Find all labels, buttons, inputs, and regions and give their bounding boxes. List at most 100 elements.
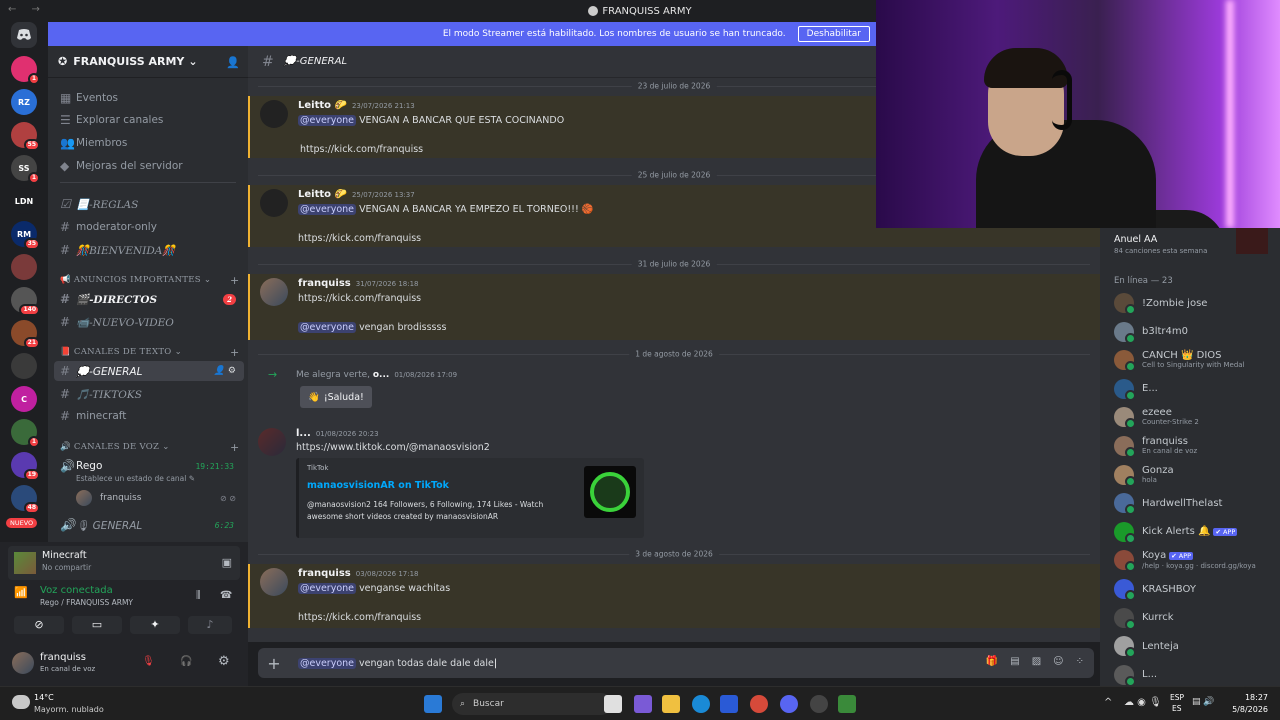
add-attachment-icon[interactable]: + xyxy=(258,654,290,673)
now-playing-artist[interactable]: Anuel AA xyxy=(1114,234,1157,245)
member-item[interactable]: L... xyxy=(1114,662,1274,688)
everyone-mention[interactable]: @everyone xyxy=(298,204,357,215)
sidebar-item-browse-channels[interactable]: ☰ Explorar canales xyxy=(54,110,244,130)
member-item[interactable]: franquiss En canal de voz xyxy=(1114,433,1274,459)
clock-time[interactable]: 18:27 xyxy=(1234,693,1268,702)
message-author[interactable]: l... 01/08/2026 20:23 xyxy=(296,428,379,439)
message-link[interactable]: https://kick.com/franquiss xyxy=(298,612,421,623)
channel-minecraft[interactable]: # minecraft xyxy=(54,406,244,426)
emoji-icon[interactable]: ☺ xyxy=(1053,656,1063,667)
member-item[interactable]: !Zombie jose xyxy=(1114,290,1274,316)
join-user[interactable]: o... xyxy=(373,370,389,380)
invite-people-icon[interactable]: 👤 xyxy=(226,56,240,69)
server-icon[interactable]: 21 xyxy=(11,320,40,349)
server-icon[interactable] xyxy=(11,254,37,280)
tray-icons[interactable]: ☁ ◉ 🎙 xyxy=(1124,697,1162,708)
sticker-icon[interactable]: ▨ xyxy=(1032,656,1041,667)
member-item[interactable]: HardwellThelast xyxy=(1114,490,1274,516)
everyone-mention[interactable]: @everyone xyxy=(298,115,357,126)
everyone-mention[interactable]: @everyone xyxy=(298,322,357,333)
server-icon[interactable]: 55 xyxy=(11,122,40,151)
message-input[interactable]: vengan todas dale dale dale xyxy=(359,658,494,669)
message-composer[interactable]: + @everyone vengan todas dale dale dale |… xyxy=(258,648,1094,678)
member-item[interactable]: E... xyxy=(1114,376,1274,402)
add-channel-icon[interactable]: + xyxy=(230,346,240,359)
message-link[interactable]: https://kick.com/franquiss xyxy=(300,144,423,155)
disable-streamer-button[interactable]: Deshabilitar xyxy=(797,26,870,42)
mic-muted-icon[interactable]: 🎙 xyxy=(142,656,155,667)
member-item[interactable]: Lenteja xyxy=(1114,633,1274,659)
message-link[interactable]: https://www.tiktok.com/@manaosvision2 xyxy=(296,442,490,453)
voice-connected-label[interactable]: Voz conectada xyxy=(40,585,113,596)
channel-nuevo-video[interactable]: # 📹-NUEVO-VIDEO xyxy=(54,312,244,332)
noise-suppression-icon[interactable]: ⫼ xyxy=(196,590,201,601)
member-item[interactable]: Kurrck xyxy=(1114,605,1274,631)
message[interactable]: franquiss 03/08/2026 17:18 @everyone veng… xyxy=(248,564,1100,628)
apps-icon[interactable]: ⁘ xyxy=(1076,656,1084,667)
wave-button[interactable]: 👋 ¡Saluda! xyxy=(300,386,372,408)
embed-title[interactable]: manaosvisionAR on TikTok xyxy=(307,480,449,491)
voice-channel-rego[interactable]: 🔊 Rego 19:21:33 xyxy=(54,456,244,476)
message[interactable]: l... 01/08/2026 20:23 https://www.tiktok.… xyxy=(248,424,1100,544)
category-anuncios[interactable]: 📢 ANUNCIOS IMPORTANTES ⌄ + xyxy=(60,274,239,287)
start-icon[interactable] xyxy=(424,695,442,713)
server-icon[interactable]: RZ xyxy=(11,89,37,115)
server-icon[interactable]: 1 xyxy=(11,56,40,85)
discord-home-icon[interactable] xyxy=(11,22,37,48)
member-item[interactable]: Kick Alerts 🔔 ✔ APP xyxy=(1114,519,1274,545)
channel-rules[interactable]: ☑ 📃-REGLAS xyxy=(54,194,244,214)
channel-directos[interactable]: # 🎬-DIRECTOS 2 xyxy=(54,289,244,309)
message-link[interactable]: https://kick.com/franquiss xyxy=(298,293,421,304)
edge-icon[interactable] xyxy=(692,695,710,713)
server-icon[interactable]: LDN xyxy=(11,188,37,214)
member-item[interactable]: CANCH 👑 DIOS Cell to Singularity with Med… xyxy=(1114,347,1274,373)
channel-settings-icons[interactable]: 👤 ⚙ xyxy=(214,366,236,376)
member-item[interactable]: KRASHBOY xyxy=(1114,576,1274,602)
server-icon[interactable]: SS 1 xyxy=(11,155,40,184)
category-voz[interactable]: 🔊 CANALES DE VOZ ⌄ + xyxy=(60,441,239,454)
message-author[interactable]: Leitto 🌮 25/07/2026 13:37 xyxy=(298,189,415,200)
server-icon[interactable]: 19 xyxy=(11,452,40,481)
tray-chevron-icon[interactable]: ^ xyxy=(1104,697,1112,708)
gif-icon[interactable]: ▤ xyxy=(1010,656,1019,667)
screen-share-icon[interactable]: ▣ xyxy=(222,556,232,569)
server-icon[interactable]: RM 35 xyxy=(11,221,40,250)
add-channel-icon[interactable]: + xyxy=(230,274,240,287)
member-item[interactable]: Gonza hola xyxy=(1114,462,1274,488)
minecraft-taskbar-icon[interactable] xyxy=(838,695,856,713)
message-link[interactable]: https://kick.com/franquiss xyxy=(298,233,421,244)
member-item[interactable]: b3ltr4m0 xyxy=(1114,319,1274,345)
network-volume-icons[interactable]: ▤ 🔊 xyxy=(1192,697,1215,707)
disconnect-icon[interactable]: ☎ xyxy=(220,590,232,601)
member-item[interactable]: Koya ✔ APP/help · koya.gg · discord.gg/ko… xyxy=(1114,547,1274,573)
activity-card[interactable]: Minecraft No compartir ▣ xyxy=(8,546,240,580)
server-icon[interactable] xyxy=(11,353,37,379)
discord-taskbar-icon[interactable] xyxy=(780,695,798,713)
chrome-icon[interactable] xyxy=(750,695,768,713)
server-icon[interactable]: 48 xyxy=(11,485,40,514)
search-box[interactable]: ⌕ Buscar xyxy=(452,693,612,715)
server-icon[interactable]: C xyxy=(11,386,37,412)
camera-off-button[interactable]: ⊘ xyxy=(14,616,64,634)
store-icon[interactable] xyxy=(720,695,738,713)
file-explorer-icon[interactable] xyxy=(662,695,680,713)
server-icon[interactable]: 140 xyxy=(11,287,40,316)
add-channel-icon[interactable]: + xyxy=(230,441,240,454)
nav-arrows[interactable]: ← → xyxy=(8,4,46,15)
message[interactable]: franquiss 31/07/2026 18:18 https://kick.c… xyxy=(248,274,1100,340)
soundboard-button[interactable]: ♪ xyxy=(188,616,232,634)
everyone-mention[interactable]: @everyone xyxy=(298,583,357,594)
activities-button[interactable]: ✦ xyxy=(130,616,180,634)
voice-channel-general[interactable]: 🔊 🎙 GENERAL 6:23 xyxy=(54,515,244,535)
voice-status-hint[interactable]: Establece un estado de canal ✎ xyxy=(76,474,195,483)
member-item[interactable]: ezeee Counter-Strike 2 xyxy=(1114,404,1274,430)
user-avatar[interactable] xyxy=(12,652,34,674)
message-author[interactable]: franquiss 31/07/2026 18:18 xyxy=(298,278,419,289)
screen-share-button[interactable]: ▭ xyxy=(72,616,122,634)
sidebar-item-events[interactable]: ▦ Eventos xyxy=(54,88,244,108)
server-header[interactable]: ✪ FRANQUISS ARMY ⌄ 👤 xyxy=(48,46,248,78)
language-code[interactable]: ESP xyxy=(1170,693,1184,702)
channel-moderator-only[interactable]: # moderator-only xyxy=(54,217,244,237)
weather-temp[interactable]: 14°C xyxy=(34,693,54,702)
gear-icon[interactable]: ⚙ xyxy=(218,654,230,669)
